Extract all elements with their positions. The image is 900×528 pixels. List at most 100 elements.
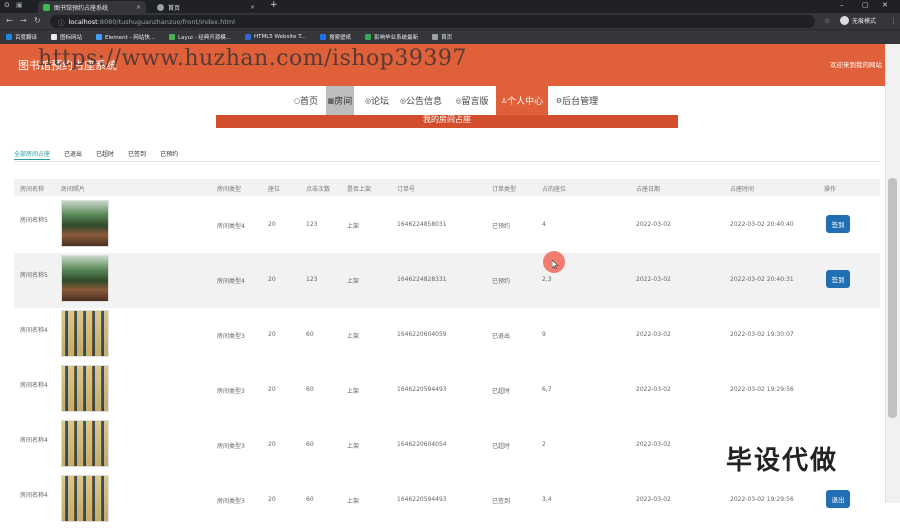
table-row: 房间名称4 房间类型3 20 60 上架 1646220604059 已退出 9 2022-03…: [14, 308, 880, 363]
bookmark-item[interactable]: 首页: [432, 33, 452, 41]
cell-date: 2022-03-02: [636, 221, 671, 228]
bookmark-label: Element - 网站快...: [105, 35, 156, 41]
profile-button[interactable]: 无痕模式: [840, 16, 876, 25]
room-name-cell: 房间名称5: [20, 217, 48, 224]
bookmark-item[interactable]: Layui - 经典开源模...: [169, 33, 231, 41]
cell-date: 2022-03-02: [636, 276, 671, 283]
column-header: 操作: [824, 186, 837, 193]
row-action-button[interactable]: 签到: [826, 270, 850, 288]
cell-seat: 2,3: [542, 276, 552, 283]
cell-shelf: 上架: [347, 333, 360, 340]
bookmark-label: 图标网站: [60, 35, 83, 41]
bookmark-icon: [432, 34, 439, 40]
cell-type: 房间类型3: [217, 333, 245, 340]
bookmark-icon: [96, 34, 103, 40]
my-room-booking-bar[interactable]: 我的房间占座: [216, 115, 678, 128]
nav-label: 后台管理: [562, 97, 599, 107]
nav-item-0[interactable]: ○ 首页: [286, 86, 326, 115]
table-row: 房间名称4 房间类型3 20 60 上架 1646220594493 已签到 3,4 2022-…: [14, 473, 880, 528]
bookmark-label: 百度翻译: [15, 35, 38, 41]
nav-item-1[interactable]: ▦ 房间: [326, 86, 354, 115]
cell-shelf: 上架: [347, 498, 360, 505]
nav-item-2[interactable]: ◎ 论坛: [362, 86, 392, 115]
cell-type: 房间类型3: [217, 498, 245, 505]
mouse-cursor-icon: [552, 260, 559, 269]
cell-clicks: 60: [306, 496, 314, 503]
bookmark-item[interactable]: 影响毕业系统最新: [365, 33, 418, 41]
nav-item-3[interactable]: ◎ 公告信息: [396, 86, 446, 115]
tab-home[interactable]: 首页 ×: [152, 1, 260, 13]
url-host: localhost: [68, 17, 98, 26]
tab-library-system[interactable]: 图书馆预约占座系统 ×: [38, 1, 146, 13]
new-tab-button[interactable]: +: [270, 0, 278, 10]
forward-arrow-icon[interactable]: →: [20, 16, 27, 25]
room-name-cell: 房间名称4: [20, 437, 48, 444]
cell-otype: 已预约: [492, 278, 511, 285]
cell-seats: 20: [268, 386, 276, 393]
bookmark-label: Layui - 经典开源模...: [178, 35, 231, 41]
back-arrow-icon[interactable]: ←: [6, 16, 13, 25]
bookmark-label: HTML5 Website T...: [253, 34, 307, 40]
globe-favicon-icon: [157, 3, 164, 11]
tab-search-icon[interactable]: ▣: [16, 1, 23, 9]
cell-seat: 2: [542, 441, 546, 448]
bookmark-item[interactable]: Element - 网站快...: [96, 33, 155, 41]
cell-otype: 已超时: [492, 443, 511, 450]
url-input[interactable]: ⓘ localhost:8080/tushuguanzhanzuo/front/…: [50, 15, 815, 28]
tab-label: 首页: [168, 4, 181, 12]
status-tab-0[interactable]: 全部房间占座: [14, 148, 51, 160]
cell-order: 1646220594493: [397, 496, 447, 503]
status-tab-1[interactable]: 已退出: [64, 148, 82, 160]
close-tab-icon[interactable]: ×: [250, 4, 255, 11]
browser-menu-icon[interactable]: ⊙: [4, 1, 10, 9]
profile-label: 无痕模式: [852, 18, 877, 25]
room-photo: [61, 255, 109, 302]
status-tab-2[interactable]: 已超时: [96, 148, 114, 160]
close-tab-icon[interactable]: ×: [136, 4, 141, 11]
room-name-cell: 房间名称5: [20, 272, 48, 279]
vue-favicon-icon: [43, 3, 50, 11]
cell-clicks: 123: [306, 276, 318, 283]
row-action-button[interactable]: 退出: [826, 490, 850, 508]
scrollbar-thumb[interactable]: [888, 178, 897, 418]
cell-order: 1646220604059: [397, 331, 447, 338]
bookmark-item[interactable]: HTML5 Website T...: [244, 34, 307, 40]
cell-seats: 20: [268, 221, 276, 228]
cell-time: 2022-03-02 20:40:31: [730, 276, 794, 283]
room-photo: [61, 200, 109, 247]
nav-label: 房间: [334, 97, 353, 107]
column-header: 房间名称: [20, 186, 45, 193]
minimize-icon[interactable]: –: [840, 1, 844, 9]
bookmark-label: 影响毕业系统最新: [374, 35, 419, 41]
cell-time: 2022-03-02 19:30:07: [730, 331, 794, 338]
cell-seat: 9: [542, 331, 546, 338]
star-icon[interactable]: ☆: [824, 17, 830, 25]
reload-icon[interactable]: ↻: [34, 16, 41, 25]
bookmark-label: 首页: [441, 35, 453, 41]
menu-dots-icon[interactable]: ⋮: [890, 17, 897, 25]
column-header: 点击次数: [306, 186, 331, 193]
status-tab-4[interactable]: 已预约: [160, 148, 178, 160]
nav-label: 论坛: [371, 97, 390, 107]
maximize-icon[interactable]: ▢: [862, 1, 869, 9]
column-header: 是否上架: [347, 186, 372, 193]
status-tab-3[interactable]: 已签到: [128, 148, 146, 160]
welcome-text: 欢迎来到我的网站: [830, 61, 882, 69]
bookmark-item[interactable]: 百度翻译: [6, 33, 37, 41]
cell-seats: 20: [268, 331, 276, 338]
bookmark-icon: [6, 34, 12, 40]
close-window-icon[interactable]: ✕: [882, 1, 888, 9]
nav-item-4[interactable]: ◎ 留言版: [452, 86, 492, 115]
tab-label: 图书馆预约占座系统: [54, 4, 109, 12]
bookmark-item[interactable]: 搜索壁纸: [320, 33, 351, 41]
divider: [14, 161, 880, 162]
bookmark-item[interactable]: 图标网站: [51, 33, 82, 41]
nav-item-6[interactable]: ⚙ 后台管理: [551, 86, 603, 115]
room-photo: [61, 420, 109, 467]
browser-tab-bar: ⊙ ▣ 图书馆预约占座系统 × 首页 × + – ▢ ✕: [0, 0, 900, 13]
status-tabs: 全部房间占座 已退出 已超时 已签到 已预约: [14, 148, 192, 162]
info-icon: ⓘ: [58, 18, 65, 27]
row-action-button[interactable]: 签到: [826, 215, 850, 233]
nav-item-5[interactable]: ♙ 个人中心: [496, 86, 548, 115]
cell-otype: 已退出: [492, 333, 511, 340]
